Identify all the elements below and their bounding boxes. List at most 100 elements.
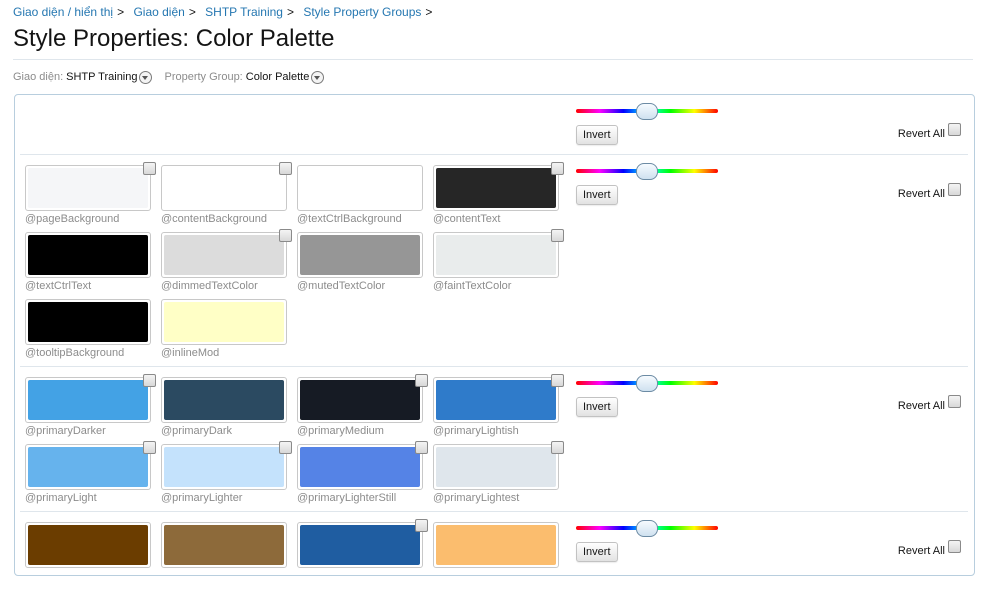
revert-all-checkbox[interactable] [948, 540, 961, 553]
color-swatch[interactable] [433, 162, 564, 211]
group-dropdown-icon[interactable] [311, 71, 325, 84]
breadcrumb-link-appearance[interactable]: Giao diện / hiển thị [13, 5, 113, 19]
swatch-color-fill [28, 302, 148, 342]
color-swatch[interactable] [161, 229, 292, 278]
invert-button[interactable]: Invert [576, 542, 618, 562]
swatch-revert-checkbox[interactable] [551, 374, 564, 387]
swatch-color-fill [28, 525, 148, 565]
swatch-revert-checkbox[interactable] [415, 441, 428, 454]
style-filter-label: Giao diện: [13, 70, 64, 83]
swatch-property-name: @primaryLight [25, 492, 97, 504]
swatch-color-fill [164, 447, 284, 487]
color-swatch[interactable] [25, 374, 156, 423]
color-swatch[interactable] [161, 377, 287, 423]
swatch-property-name: @primaryMedium [297, 425, 384, 437]
swatch-color-fill [436, 380, 556, 420]
color-swatch[interactable] [25, 522, 151, 568]
swatch-property-name: @mutedTextColor [297, 280, 386, 292]
color-swatch[interactable] [25, 441, 156, 490]
color-palette-panel: Invert Revert All @pageBackground @contentB… [14, 94, 975, 576]
color-swatch[interactable] [297, 232, 423, 278]
hue-slider-handle[interactable] [636, 103, 658, 120]
swatch-color-fill [28, 447, 148, 487]
swatch-revert-checkbox[interactable] [551, 162, 564, 175]
swatch-property-name: @inlineMod [161, 347, 220, 359]
color-swatch[interactable] [297, 441, 428, 490]
style-property-group: Invert Revert All [20, 95, 968, 154]
group-filter-label: Property Group: [164, 70, 243, 83]
invert-button[interactable]: Invert [576, 125, 618, 145]
color-swatch[interactable] [433, 229, 564, 278]
swatch-color-fill [164, 168, 284, 208]
color-swatch[interactable] [433, 522, 559, 568]
swatch-revert-checkbox[interactable] [551, 229, 564, 242]
swatch-revert-checkbox[interactable] [279, 162, 292, 175]
revert-all-label: Revert All [897, 127, 945, 140]
swatch-revert-checkbox[interactable] [143, 162, 156, 175]
revert-all: Revert All [897, 395, 961, 412]
swatch-color-fill [300, 168, 420, 208]
style-filter-value[interactable]: SHTP Training [66, 71, 137, 83]
revert-all-label: Revert All [897, 399, 945, 412]
color-swatch[interactable] [433, 441, 564, 490]
swatch-color-fill [164, 235, 284, 275]
color-swatch[interactable] [161, 299, 287, 345]
style-property-group: @pageBackground @contentBackground @textCt… [20, 154, 968, 367]
swatch-revert-checkbox[interactable] [415, 374, 428, 387]
page-title: Style Properties: Color Palette [13, 25, 335, 52]
swatch-color-fill [28, 235, 148, 275]
swatch-property-name: @contentText [433, 213, 501, 225]
color-swatch[interactable] [161, 162, 292, 211]
revert-all: Revert All [897, 123, 961, 140]
title-divider [13, 59, 973, 60]
swatch-property-name: @primaryLighterStill [297, 492, 397, 504]
swatch-property-name: @faintTextColor [433, 280, 512, 292]
color-swatch[interactable] [25, 162, 156, 211]
swatch-property-name: @primaryDark [161, 425, 233, 437]
filter-bar: Giao diện: SHTP Training Property Group:… [13, 70, 336, 84]
swatch-revert-checkbox[interactable] [415, 519, 428, 532]
color-swatch[interactable] [161, 522, 287, 568]
swatch-revert-checkbox[interactable] [143, 374, 156, 387]
style-property-group: @primaryDarker @primaryDark @primaryMedium… [20, 366, 968, 512]
invert-button[interactable]: Invert [576, 185, 618, 205]
style-property-group: Invert Revert All [20, 511, 968, 592]
color-swatch[interactable] [25, 299, 151, 345]
breadcrumb-link-styles[interactable]: Giao diện [133, 5, 184, 19]
color-swatch[interactable] [25, 232, 151, 278]
revert-all-label: Revert All [897, 544, 945, 557]
swatch-color-fill [164, 380, 284, 420]
revert-all-checkbox[interactable] [948, 183, 961, 196]
swatch-color-fill [436, 168, 556, 208]
breadcrumb-link-property-groups[interactable]: Style Property Groups [303, 5, 421, 19]
revert-all-checkbox[interactable] [948, 123, 961, 136]
swatch-property-name: @pageBackground [25, 213, 120, 225]
swatch-property-name: @dimmedTextColor [161, 280, 258, 292]
color-swatch[interactable] [297, 165, 423, 211]
revert-all-checkbox[interactable] [948, 395, 961, 408]
invert-button[interactable]: Invert [576, 397, 618, 417]
swatch-color-fill [436, 525, 556, 565]
swatch-property-name: @textCtrlText [25, 280, 92, 292]
breadcrumb-link-style[interactable]: SHTP Training [205, 5, 283, 19]
hue-slider-handle[interactable] [636, 163, 658, 180]
breadcrumb: Giao diện / hiển thị > Giao diện > SHTP Tr… [13, 5, 433, 19]
swatch-color-fill [28, 380, 148, 420]
swatch-property-name: @textCtrlBackground [297, 213, 402, 225]
swatch-color-fill [28, 168, 148, 208]
hue-slider-handle[interactable] [636, 520, 658, 537]
swatch-property-name: @primaryDarker [25, 425, 106, 437]
color-swatch[interactable] [161, 441, 292, 490]
color-swatch[interactable] [297, 374, 428, 423]
hue-slider-handle[interactable] [636, 375, 658, 392]
swatch-color-fill [436, 447, 556, 487]
color-swatch[interactable] [433, 374, 564, 423]
swatch-revert-checkbox[interactable] [279, 229, 292, 242]
swatch-revert-checkbox[interactable] [279, 441, 292, 454]
swatch-revert-checkbox[interactable] [143, 441, 156, 454]
style-dropdown-icon[interactable] [139, 71, 153, 84]
group-filter-value[interactable]: Color Palette [246, 71, 310, 83]
color-swatch[interactable] [297, 519, 428, 568]
swatch-color-fill [300, 235, 420, 275]
swatch-revert-checkbox[interactable] [551, 441, 564, 454]
